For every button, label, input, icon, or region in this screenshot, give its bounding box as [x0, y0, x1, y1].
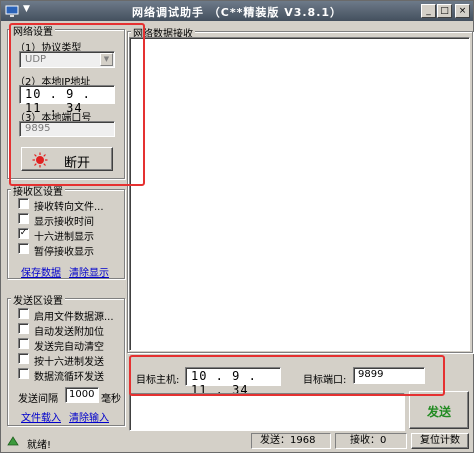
- chevron-down-icon[interactable]: ▼: [100, 53, 113, 66]
- send-settings-title: 发送区设置: [11, 292, 65, 307]
- local-port-value: 9895: [25, 123, 51, 134]
- hex-send-checkbox[interactable]: [18, 353, 29, 364]
- recv-to-file-label[interactable]: 接收转向文件...: [34, 198, 104, 213]
- auto-clear-checkbox[interactable]: [18, 338, 29, 349]
- received-count: 接收：0: [335, 433, 407, 449]
- protocol-value: UDP: [25, 54, 47, 65]
- show-recv-time-checkbox[interactable]: [18, 213, 29, 224]
- protocol-select[interactable]: UDP ▼: [19, 51, 115, 68]
- send-interval-label: 发送间隔: [18, 394, 58, 405]
- pause-recv-label[interactable]: 暂停接收显示: [34, 243, 94, 258]
- target-port-label: 目标端口:: [303, 375, 347, 386]
- sent-count-text: 发送：1968: [260, 435, 316, 446]
- maximize-button[interactable]: □: [437, 4, 452, 18]
- send-interval-field[interactable]: 1000: [65, 387, 99, 403]
- status-icon: [7, 436, 19, 446]
- file-source-checkbox[interactable]: [18, 308, 29, 319]
- app-window: ▼ 网络调试助手 （C**精装版 V3.8.1） _ □ × 网络设置 （1）协…: [0, 0, 474, 453]
- local-port-field[interactable]: 9895: [19, 121, 115, 137]
- received-count-text: 接收：0: [350, 435, 387, 446]
- hex-display-label[interactable]: 十六进制显示: [34, 228, 94, 243]
- window-title: 网络调试助手 （C**精装版 V3.8.1）: [131, 6, 343, 19]
- sent-count: 发送：1968: [251, 433, 331, 449]
- minimize-button[interactable]: _: [421, 4, 436, 18]
- send-interval-value: 1000: [69, 389, 95, 400]
- target-port-field[interactable]: 9899: [353, 367, 425, 384]
- file-source-label[interactable]: 启用文件数据源...: [34, 308, 114, 323]
- send-input-area[interactable]: [129, 393, 405, 431]
- recv-to-file-checkbox[interactable]: [18, 198, 29, 209]
- connection-status-icon: [32, 152, 48, 168]
- send-interval-unit: 毫秒: [101, 394, 121, 405]
- disconnect-button-label: 断开: [64, 156, 91, 171]
- clear-input-link[interactable]: 清除输入: [69, 409, 109, 424]
- loop-send-label[interactable]: 数据流循环发送: [34, 368, 104, 383]
- status-text: 就绪!: [27, 440, 52, 451]
- reset-count-button[interactable]: 复位计数: [411, 433, 469, 449]
- auto-clear-label[interactable]: 发送完自动清空: [34, 338, 104, 353]
- network-settings-title: 网络设置: [11, 23, 55, 38]
- target-host-label: 目标主机:: [136, 375, 180, 386]
- disconnect-button[interactable]: 断开: [21, 147, 113, 171]
- auto-append-checkbox[interactable]: [18, 323, 29, 334]
- receive-data-area[interactable]: [129, 37, 470, 351]
- checkmark-icon: ✓: [19, 228, 28, 238]
- send-button[interactable]: 发送: [409, 391, 469, 429]
- load-file-link[interactable]: 文件载入: [21, 409, 61, 424]
- target-host-field[interactable]: 10 . 9 . 11 . 34: [185, 367, 281, 397]
- pause-recv-checkbox[interactable]: [18, 243, 29, 254]
- receive-settings-title: 接收区设置: [11, 183, 65, 198]
- show-recv-time-label[interactable]: 显示接收时间: [34, 213, 94, 228]
- loop-send-checkbox[interactable]: [18, 368, 29, 379]
- auto-append-label[interactable]: 自动发送附加位: [34, 323, 104, 338]
- close-button[interactable]: ×: [455, 4, 470, 18]
- hex-display-checkbox[interactable]: ✓: [18, 228, 29, 239]
- clear-display-link[interactable]: 清除显示: [69, 264, 109, 279]
- save-data-link[interactable]: 保存数据: [21, 264, 61, 279]
- hex-send-label[interactable]: 按十六进制发送: [34, 353, 104, 368]
- target-port-value: 9899: [358, 369, 384, 380]
- send-button-label: 发送: [426, 405, 451, 419]
- local-ip-field[interactable]: 10 . 9 . 11 . 34: [19, 85, 115, 115]
- title-bar[interactable]: ▼ 网络调试助手 （C**精装版 V3.8.1） _ □ ×: [1, 1, 473, 21]
